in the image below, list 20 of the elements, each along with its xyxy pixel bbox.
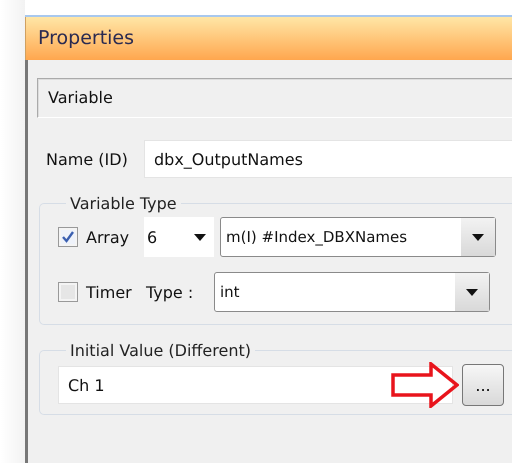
name-input-field[interactable]: dbx_OutputNames (144, 140, 512, 178)
group-title: Initial Value (Different) (69, 341, 252, 360)
initial-value-field[interactable]: Ch 1 (58, 366, 453, 404)
timer-checkbox[interactable] (58, 282, 78, 302)
arrow-icon (391, 362, 459, 408)
type-dropdown[interactable]: int (214, 272, 490, 312)
section-header: Variable (37, 78, 512, 118)
caret-icon (194, 234, 206, 240)
browse-button[interactable]: ... (462, 364, 504, 406)
array-checkbox[interactable] (58, 227, 78, 247)
index-dropdown[interactable]: m(I) #Index_DBXNames (220, 217, 496, 257)
field-label: Name (ID) (45, 150, 129, 168)
checkbox-label: Timer (86, 282, 133, 302)
caret-icon (472, 234, 484, 240)
checkbox-label: Array (86, 228, 130, 246)
group-title: Variable Type (69, 194, 178, 213)
array-size-dropdown[interactable]: 6 (144, 217, 214, 257)
caret-icon (466, 288, 478, 296)
type-label: Type : (146, 282, 194, 302)
window-title: Properties (25, 17, 512, 60)
